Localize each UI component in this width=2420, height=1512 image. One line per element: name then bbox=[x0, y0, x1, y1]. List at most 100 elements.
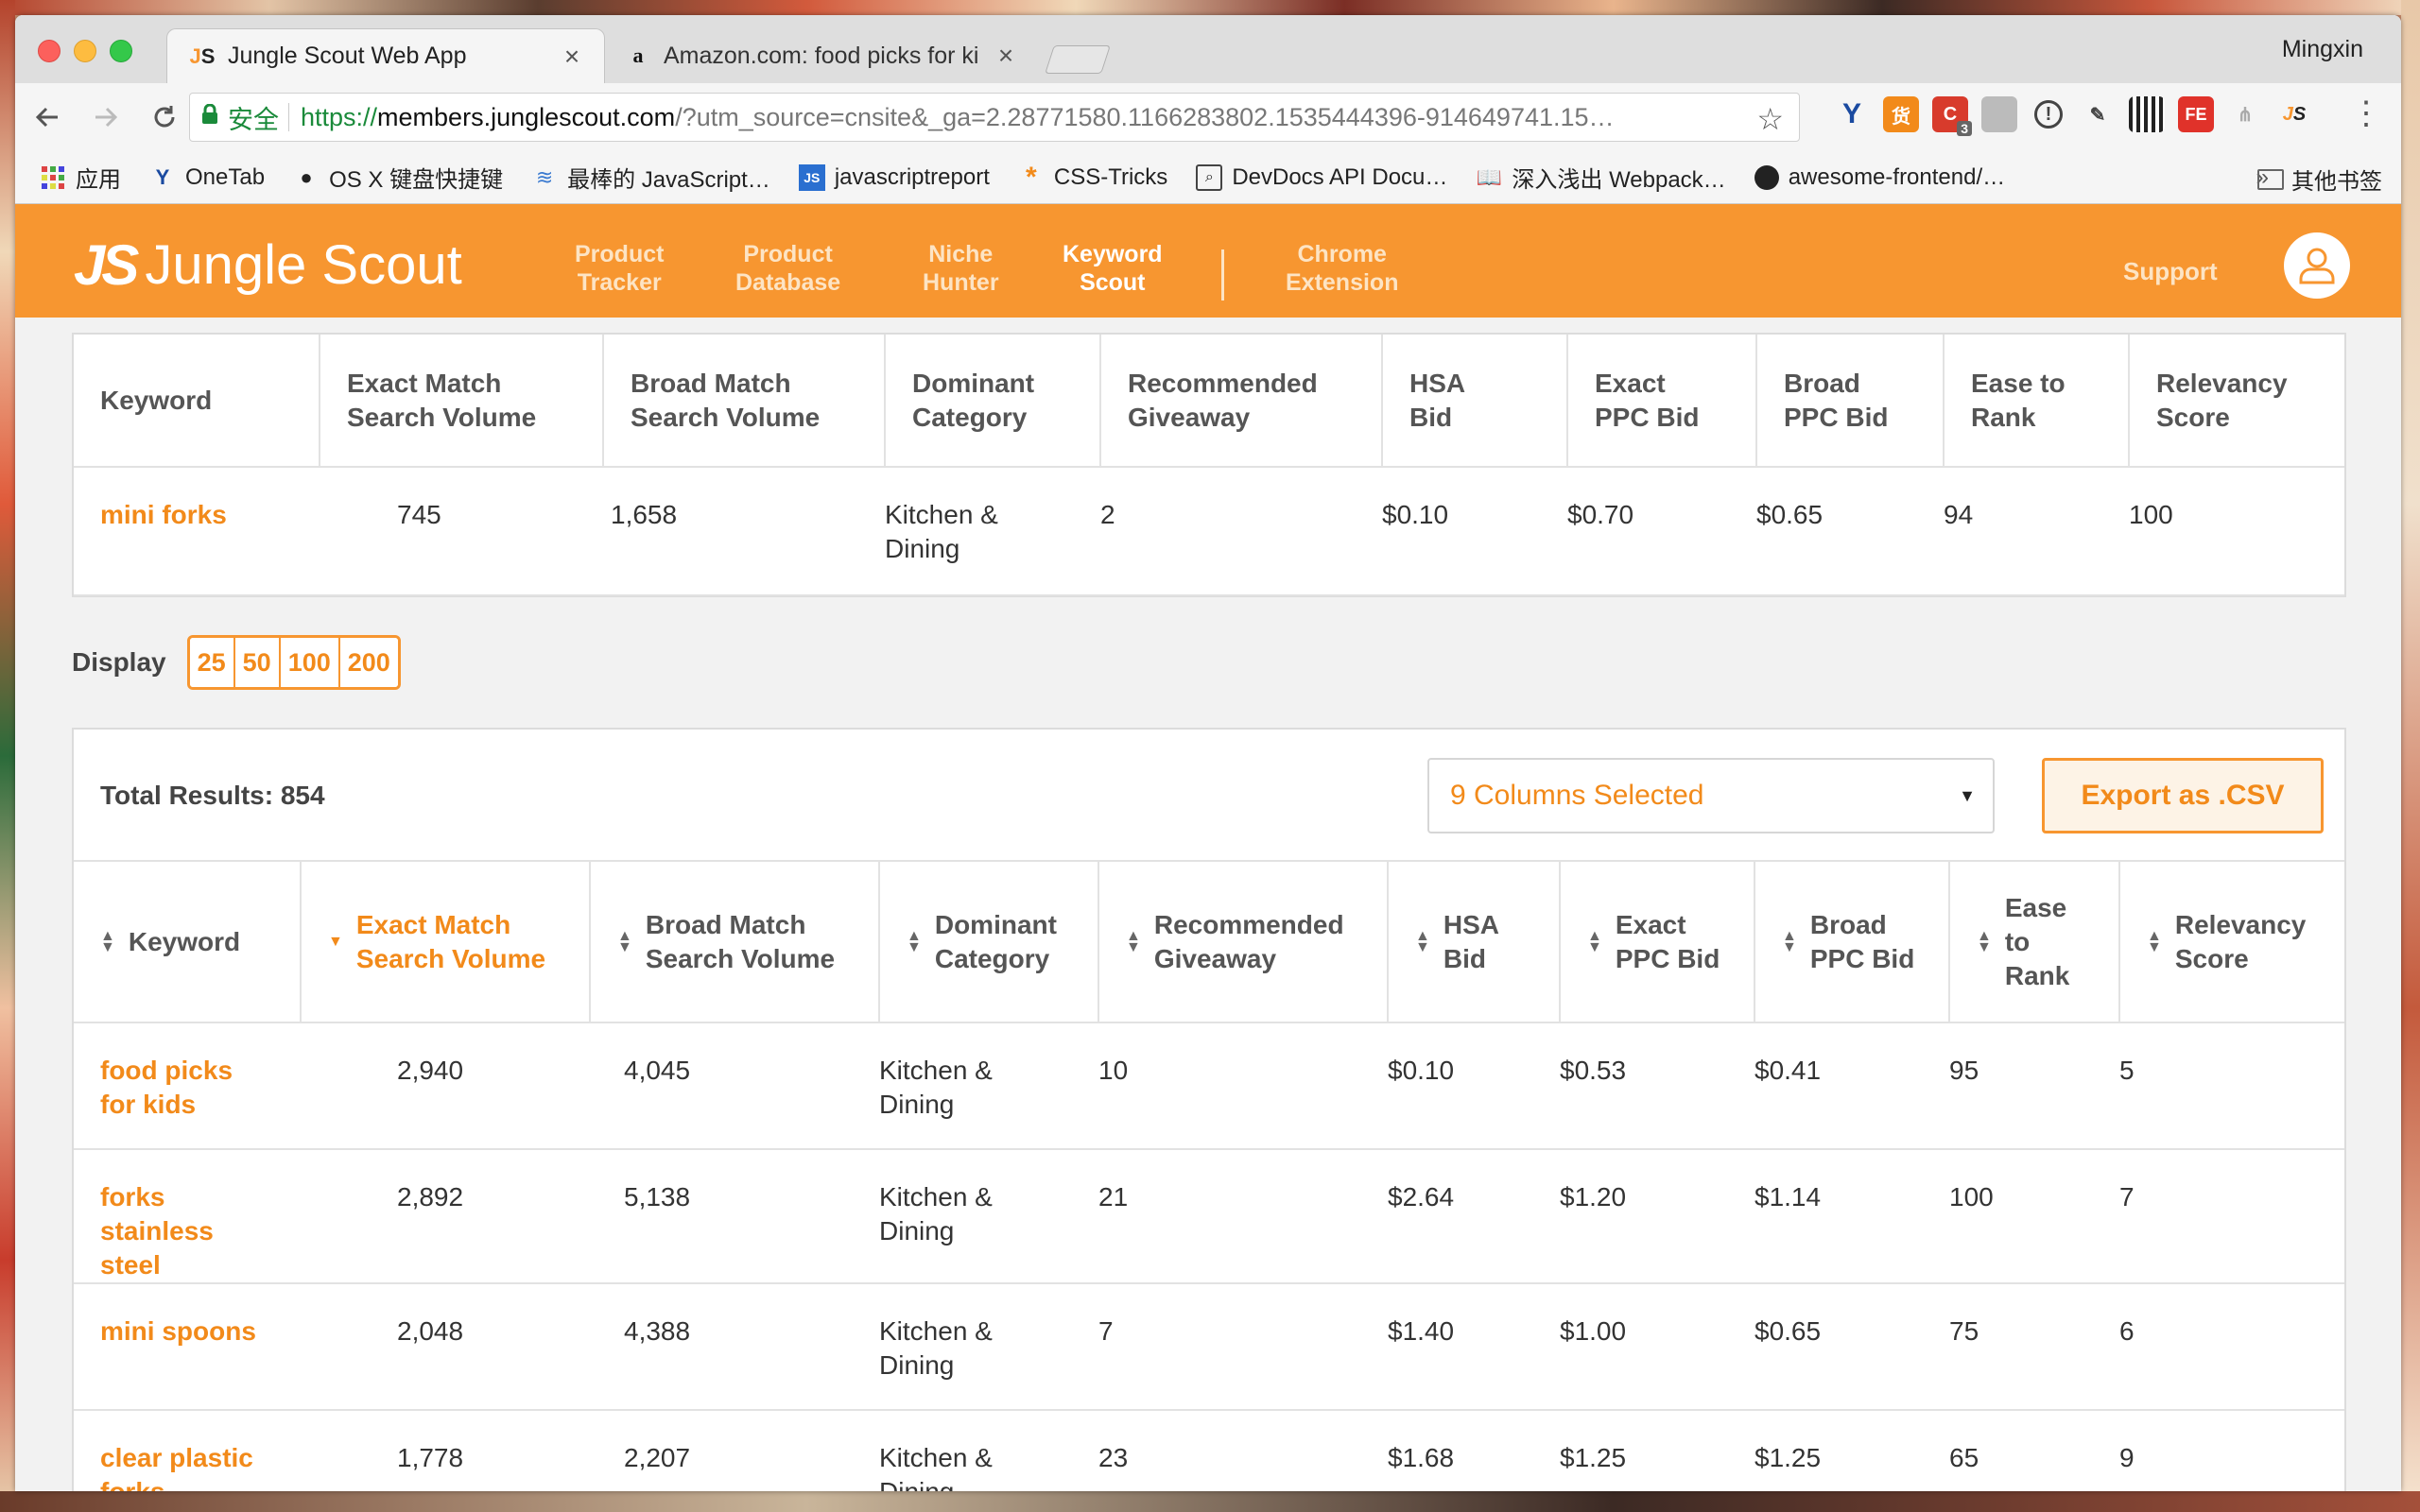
close-tab-icon[interactable]: × bbox=[559, 42, 585, 72]
nav-label: Hunter bbox=[923, 269, 999, 296]
minimize-window-button[interactable] bbox=[74, 40, 96, 62]
tab-jungle-scout[interactable]: JS Jungle Scout Web App × bbox=[166, 28, 605, 83]
nav-product-database[interactable]: Product Database bbox=[735, 240, 840, 297]
columns-select[interactable]: 9 Columns Selected ▼ bbox=[1427, 758, 1995, 833]
qr-code-extension-icon[interactable] bbox=[2129, 96, 2165, 132]
keyword-link[interactable]: mini spoons bbox=[74, 1283, 301, 1411]
header-exact-ppc-bid[interactable]: ▲ ▼ Exact PPC Bid bbox=[1560, 862, 1755, 1023]
bookmark-awesome-frontend[interactable]: awesome-frontend/… bbox=[1754, 164, 2005, 191]
bookmark-devdocs[interactable]: ⌕ DevDocs API Docu… bbox=[1196, 163, 1447, 191]
back-button[interactable] bbox=[21, 91, 74, 144]
onetab-extension-icon[interactable]: Y bbox=[1834, 96, 1870, 132]
nav-label: Niche bbox=[928, 241, 994, 267]
header-dominant-category: Dominant Category bbox=[885, 335, 1101, 468]
header-recommended-giveaway[interactable]: ▲ ▼ Recommended Giveaway bbox=[1098, 862, 1389, 1023]
stack-icon: ≋ bbox=[535, 164, 554, 189]
cell-hsa-bid: $1.40 bbox=[1388, 1283, 1560, 1411]
square-extension-icon[interactable] bbox=[1981, 96, 2017, 132]
bookmark-best-javascript[interactable]: ≋ 最棒的 JavaScript… bbox=[531, 161, 770, 194]
bookmark-label: 最棒的 JavaScript… bbox=[567, 167, 770, 193]
export-csv-button[interactable]: Export as .CSV bbox=[2042, 758, 2324, 833]
table-row: clear plastic forks 1,778 2,207 Kitchen … bbox=[74, 1410, 2344, 1491]
bookmark-webpack[interactable]: 📖 深入浅出 Webpack… bbox=[1476, 161, 1726, 194]
nav-product-tracker[interactable]: Product Tracker bbox=[575, 240, 664, 297]
logo-mark: JS bbox=[74, 233, 139, 297]
header-broad-match-volume[interactable]: ▲ ▼ Broad Match Search Volume bbox=[590, 862, 880, 1023]
tree-extension-icon[interactable]: ⋔ bbox=[2227, 96, 2263, 132]
new-tab-button[interactable] bbox=[1045, 45, 1111, 74]
url-scheme: https:// bbox=[301, 102, 378, 131]
cell-exact-ppc: $1.25 bbox=[1560, 1410, 1754, 1491]
display-option-200[interactable]: 200 bbox=[339, 638, 398, 687]
bookmark-osx-shortcuts[interactable]: ● OS X 键盘快捷键 bbox=[293, 161, 503, 194]
searched-keyword-card: Keyword Exact Match Search Volume Broad M… bbox=[72, 333, 2346, 597]
header-relevancy-score[interactable]: ▲ ▼ Relevancy Score bbox=[2119, 862, 2344, 1023]
other-bookmarks-folder[interactable]: 其他书签 bbox=[2257, 163, 2382, 196]
support-link[interactable]: Support bbox=[2123, 257, 2218, 286]
bookmark-label: awesome-frontend/… bbox=[1788, 163, 2006, 190]
header-ease-to-rank[interactable]: ▲ ▼ Ease to Rank bbox=[1949, 862, 2120, 1023]
user-avatar[interactable] bbox=[2284, 232, 2350, 299]
bookmark-onetab[interactable]: Y OneTab bbox=[149, 164, 265, 191]
header-broad-ppc-bid[interactable]: ▲ ▼ Broad PPC Bid bbox=[1754, 862, 1950, 1023]
nav-chrome-extension[interactable]: Chrome Extension bbox=[1286, 240, 1398, 297]
profile-name[interactable]: Mingxin bbox=[2282, 36, 2363, 63]
cell-broad-volume: 2,207 bbox=[590, 1410, 879, 1491]
address-bar[interactable]: 安全 https:// members.junglescout.com /?ut… bbox=[189, 93, 1800, 142]
sort-icon: ▲ ▼ bbox=[2147, 927, 2162, 955]
bookmark-star-icon[interactable]: ☆ bbox=[1756, 101, 1784, 137]
cell-hsa-bid: $0.10 bbox=[1388, 1022, 1560, 1150]
cell-broad-ppc: $0.65 bbox=[1756, 467, 1944, 596]
header-hsa-bid[interactable]: ▲ ▼ HSA Bid bbox=[1388, 862, 1561, 1023]
header-dominant-category[interactable]: ▲ ▼ Dominant Category bbox=[879, 862, 1099, 1023]
cell-ease: 94 bbox=[1944, 467, 2129, 596]
shopping-extension-icon[interactable]: 货 bbox=[1883, 96, 1919, 132]
nav-keyword-scout[interactable]: Keyword Scout bbox=[1063, 240, 1163, 325]
close-window-button[interactable] bbox=[38, 40, 60, 62]
js-extension-icon[interactable]: JS bbox=[2276, 96, 2312, 132]
keyword-link[interactable]: food picks for kids bbox=[74, 1022, 301, 1150]
bookmark-javascriptreport[interactable]: JS javascriptreport bbox=[798, 163, 990, 191]
user-icon bbox=[2299, 248, 2335, 284]
display-option-50[interactable]: 50 bbox=[234, 638, 281, 687]
devdocs-icon: ⌕ bbox=[1196, 163, 1223, 191]
keyword-link[interactable]: mini forks bbox=[74, 467, 320, 596]
table-row: food picks for kids 2,940 4,045 Kitchen … bbox=[74, 1022, 2344, 1150]
info-extension-icon[interactable]: ! bbox=[2034, 100, 2063, 129]
display-option-100[interactable]: 100 bbox=[280, 638, 340, 687]
cell-relevancy: 5 bbox=[2119, 1022, 2344, 1150]
table-row: forks stainless steel 2,892 5,138 Kitche… bbox=[74, 1149, 2344, 1284]
display-option-25[interactable]: 25 bbox=[189, 638, 235, 687]
sort-icon: ▲ ▼ bbox=[1126, 927, 1141, 955]
onetab-icon: Y bbox=[155, 164, 170, 189]
chevron-down-icon: ▼ bbox=[1959, 786, 1976, 805]
dropper-extension-icon[interactable]: ✎ bbox=[2080, 96, 2116, 132]
sort-icon: ▲ ▼ bbox=[617, 927, 632, 955]
cell-broad-ppc: $0.41 bbox=[1754, 1022, 1949, 1150]
zoom-window-button[interactable] bbox=[110, 40, 132, 62]
header-keyword[interactable]: ▲ ▼ Keyword bbox=[74, 862, 302, 1023]
bookmark-label: CSS-Tricks bbox=[1053, 163, 1168, 190]
bookmark-css-tricks[interactable]: * CSS-Tricks bbox=[1018, 162, 1168, 193]
tab-amazon[interactable]: a Amazon.com: food picks for ki × bbox=[603, 28, 1038, 83]
header-exact-match-volume[interactable]: ▼ Exact Match Search Volume bbox=[301, 862, 591, 1023]
close-tab-icon[interactable]: × bbox=[993, 41, 1019, 71]
apple-icon: ● bbox=[300, 164, 313, 189]
badge-extension-icon[interactable]: C3 bbox=[1932, 96, 1972, 136]
browser-menu-icon[interactable]: ⋮ bbox=[2350, 94, 2382, 132]
forward-button[interactable] bbox=[79, 91, 132, 144]
sort-icon: ▲ ▼ bbox=[100, 927, 115, 955]
extension-icons: Y 货 C3 ! ✎ FE ⋔ JS bbox=[1834, 96, 2312, 136]
keyword-link[interactable]: clear plastic forks bbox=[74, 1410, 301, 1491]
nav-label: Chrome bbox=[1297, 241, 1387, 267]
jungle-scout-logo[interactable]: JS Jungle Scout bbox=[74, 232, 462, 298]
cell-relevancy: 100 bbox=[2129, 467, 2344, 596]
bookmark-apps[interactable]: 应用 bbox=[40, 161, 121, 194]
nav-label: Product bbox=[575, 241, 665, 267]
reload-button[interactable] bbox=[138, 91, 191, 144]
amazon-favicon-icon: a bbox=[632, 43, 644, 67]
fe-extension-icon[interactable]: FE bbox=[2178, 96, 2214, 132]
nav-niche-hunter[interactable]: Niche Hunter bbox=[923, 240, 999, 297]
browser-toolbar: 安全 https:// members.junglescout.com /?ut… bbox=[15, 83, 2401, 151]
keyword-link[interactable]: forks stainless steel bbox=[74, 1149, 301, 1284]
